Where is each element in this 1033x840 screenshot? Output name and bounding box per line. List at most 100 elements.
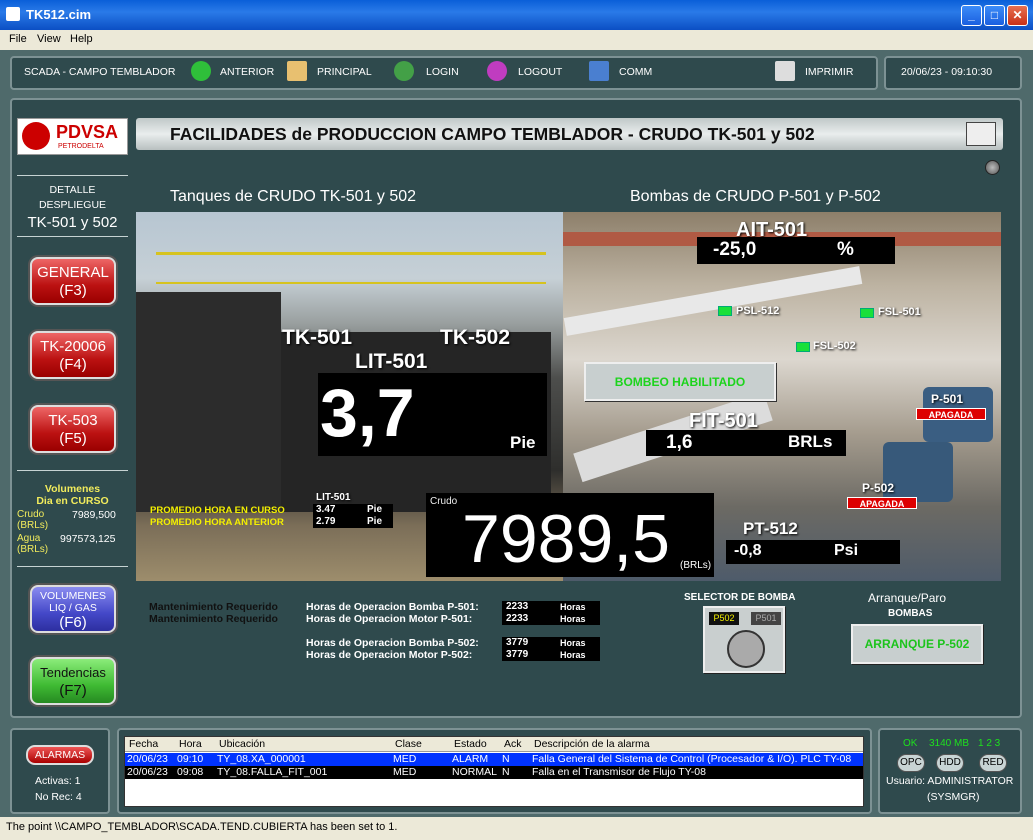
prom-curso-value: 3.47 — [316, 504, 336, 515]
crudo-display-label: Crudo — [430, 496, 458, 507]
hours-unit-1: Horas — [560, 602, 586, 612]
opc-button[interactable]: OPC — [897, 754, 925, 772]
agua-volume: 997573,125 — [60, 533, 116, 545]
calendar-icon[interactable] — [966, 122, 996, 146]
alarm-description: Falla General del Sistema de Control (Pr… — [532, 753, 852, 765]
divider — [17, 175, 128, 176]
prom-box: 3.47 Pie 2.79 Pie — [313, 504, 393, 528]
fit-value: 1,6 — [666, 432, 693, 453]
col-estado[interactable]: Estado — [454, 738, 487, 750]
network-icon[interactable] — [589, 61, 609, 81]
tendencias-key: (F7) — [59, 682, 87, 699]
tk501-label: TK-501 — [282, 326, 353, 349]
maintenance-required-2: Mantenimiento Requerido — [149, 613, 278, 625]
prom-curso-unit: Pie — [367, 504, 383, 515]
hours-label-2: Horas de Operacion Motor P-501: — [306, 613, 473, 625]
hdd-button[interactable]: HDD — [936, 754, 964, 772]
comm-button[interactable]: COMM — [619, 66, 652, 78]
alarm-state: NORMAL — [452, 766, 497, 778]
logout-button[interactable]: LOGOUT — [518, 66, 562, 78]
printer-icon[interactable] — [775, 61, 795, 81]
p501-label: P-501 — [931, 392, 964, 406]
hours-value-2: 2233 — [506, 613, 529, 624]
volumes-subtitle: Dia en CURSO — [36, 495, 109, 507]
lit-small-label: LIT-501 — [316, 492, 351, 503]
alarm-location: TY_08.XA_000001 — [217, 753, 306, 765]
alarm-row[interactable]: 20/06/23 09:08 TY_08.FALLA_FIT_001 MED N… — [125, 766, 863, 779]
alarm-row[interactable]: 20/06/23 09:10 TY_08.XA_000001 MED ALARM… — [125, 753, 863, 766]
menu-bar: File View Help — [0, 30, 1033, 50]
minimize-button[interactable]: _ — [961, 5, 982, 26]
selector-title: SELECTOR DE BOMBA — [684, 592, 796, 603]
status-text: The point \\CAMPO_TEMBLADOR\SCADA.TEND.C… — [6, 821, 398, 833]
principal-button[interactable]: PRINCIPAL — [317, 66, 372, 78]
lit-tag: LIT-501 — [355, 350, 428, 373]
hours-value-1: 2233 — [506, 601, 529, 612]
hours-box-4: 3779 Horas — [502, 649, 600, 661]
col-ubicacion[interactable]: Ubicación — [219, 738, 265, 750]
psl512-indicator — [718, 306, 732, 316]
col-hora[interactable]: Hora — [179, 738, 202, 750]
alarm-date: 20/06/23 — [127, 753, 168, 765]
back-arrow-icon[interactable] — [191, 61, 211, 81]
bombeo-habilitado-button[interactable]: BOMBEO HABILITADO — [584, 362, 776, 401]
alarm-active-count: Activas: 1 — [35, 775, 81, 787]
red-button[interactable]: RED — [979, 754, 1007, 772]
fsl502-label: FSL-502 — [813, 340, 856, 352]
imprimir-button[interactable]: IMPRIMIR — [805, 66, 853, 78]
menu-view[interactable]: View — [37, 33, 61, 45]
login-button[interactable]: LOGIN — [426, 66, 459, 78]
p502-state: APAGADA — [847, 497, 917, 509]
tk503-button[interactable]: TK-503 (F5) — [30, 405, 116, 453]
logo-brand: PDVSA — [56, 122, 119, 142]
close-button[interactable]: ✕ — [1007, 5, 1028, 26]
tendencias-button[interactable]: Tendencias (F7) — [30, 657, 116, 705]
pdvsa-logo: PDVSA PETRODELTA — [17, 118, 128, 155]
menu-file[interactable]: File — [9, 33, 27, 45]
selector-opt-p501: P501 — [751, 612, 781, 625]
col-descripcion[interactable]: Descripción de la alarma — [534, 738, 650, 750]
anterior-button[interactable]: ANTERIOR — [220, 66, 274, 78]
alarmas-button[interactable]: ALARMAS — [26, 745, 94, 765]
psl512-label: PSL-512 — [736, 305, 780, 317]
alarm-table: Fecha Hora Ubicación Clase Estado Ack De… — [124, 736, 864, 807]
arranque-button[interactable]: ARRANQUE P-502 — [851, 624, 983, 664]
alarm-time: 09:08 — [177, 766, 204, 778]
menu-help[interactable]: Help — [70, 33, 93, 45]
users-icon[interactable] — [394, 61, 414, 81]
tk503-label: TK-503 — [48, 412, 98, 429]
col-ack[interactable]: Ack — [504, 738, 522, 750]
lit-value: 3,7 — [320, 375, 415, 451]
alarm-date: 20/06/23 — [127, 766, 168, 778]
tank-body — [136, 292, 281, 512]
tendencias-label: Tendencias — [40, 665, 106, 680]
crudo-display-unit: (BRLs) — [680, 560, 712, 571]
detail-label-2: DESPLIEGUE — [38, 199, 107, 211]
home-icon[interactable] — [287, 61, 307, 81]
pt-display: -0,8 Psi — [726, 540, 900, 564]
maintenance-required-1: Mantenimiento Requerido — [149, 601, 278, 613]
user-group: (SYSMGR) — [927, 791, 980, 803]
maximize-button[interactable]: □ — [984, 5, 1005, 26]
user-label: Usuario: ADMINISTRATOR — [886, 775, 1014, 787]
hours-label-3: Horas de Operacion Bomba P-502: — [306, 637, 479, 649]
alarm-location: TY_08.FALLA_FIT_001 — [217, 766, 328, 778]
fsl501-indicator — [860, 308, 874, 318]
general-button[interactable]: GENERAL (F3) — [30, 257, 116, 305]
col-clase[interactable]: Clase — [395, 738, 422, 750]
hours-label-4: Horas de Operacion Motor P-502: — [306, 649, 473, 661]
pdvsa-logo-icon — [22, 122, 50, 150]
volumenes-button[interactable]: VOLUMENES LIQ / GAS (F6) — [30, 585, 116, 633]
crudo-unit: (BRLs) — [17, 520, 49, 531]
tk20006-button[interactable]: TK-20006 (F4) — [30, 331, 116, 379]
fsl502-indicator — [796, 342, 810, 352]
title-bar: TK512.cim _ □ ✕ — [0, 0, 1033, 30]
agua-unit: (BRLs) — [17, 544, 49, 555]
location-label: SCADA - CAMPO TEMBLADOR — [24, 66, 176, 78]
selector-knob-icon — [727, 630, 765, 668]
pump-selector-switch[interactable]: P502 P501 — [703, 606, 785, 673]
col-fecha[interactable]: Fecha — [129, 738, 158, 750]
divider — [17, 470, 128, 471]
users-logout-icon[interactable] — [487, 61, 507, 81]
hours-box-2: 2233 Horas — [502, 613, 600, 625]
